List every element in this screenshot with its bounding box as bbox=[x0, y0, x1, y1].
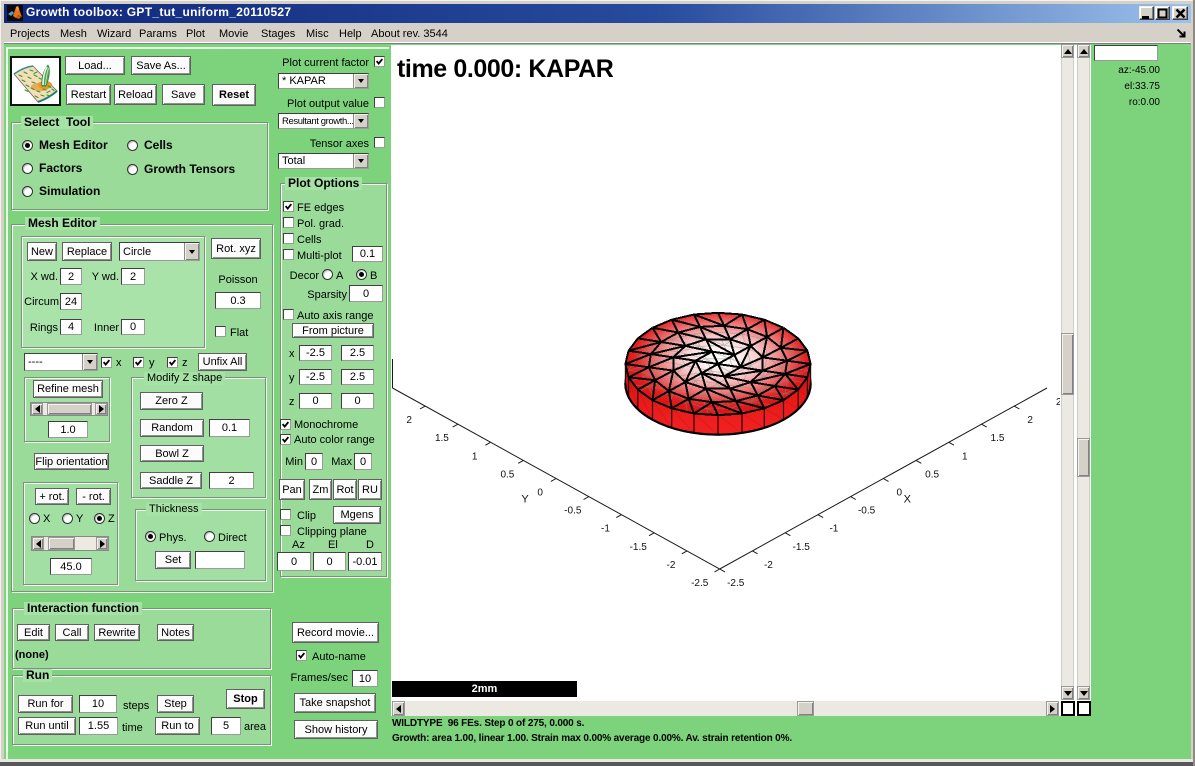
svg-text:X: X bbox=[904, 494, 912, 506]
svg-text:2: 2 bbox=[1027, 415, 1033, 426]
svg-text:-2: -2 bbox=[667, 560, 676, 571]
svg-text:1.5: 1.5 bbox=[435, 433, 449, 444]
svg-text:-2.5: -2.5 bbox=[727, 578, 745, 589]
svg-text:-1.5: -1.5 bbox=[630, 542, 648, 553]
svg-text:-0.5: -0.5 bbox=[858, 506, 876, 517]
svg-text:Y: Y bbox=[521, 494, 529, 506]
svg-text:-1: -1 bbox=[829, 524, 838, 535]
svg-text:2: 2 bbox=[406, 415, 412, 426]
svg-text:1: 1 bbox=[962, 451, 968, 462]
svg-text:-2: -2 bbox=[764, 560, 773, 571]
svg-text:-1: -1 bbox=[601, 524, 610, 535]
svg-text:-2.5: -2.5 bbox=[691, 578, 709, 589]
svg-text:0: 0 bbox=[537, 488, 543, 499]
svg-text:0.5: 0.5 bbox=[500, 469, 514, 480]
svg-text:-1.5: -1.5 bbox=[793, 542, 811, 553]
svg-text:1: 1 bbox=[472, 451, 478, 462]
svg-text:-0.5: -0.5 bbox=[564, 506, 582, 517]
svg-text:0.5: 0.5 bbox=[925, 469, 939, 480]
svg-text:0: 0 bbox=[897, 488, 903, 499]
svg-text:1.5: 1.5 bbox=[991, 433, 1005, 444]
